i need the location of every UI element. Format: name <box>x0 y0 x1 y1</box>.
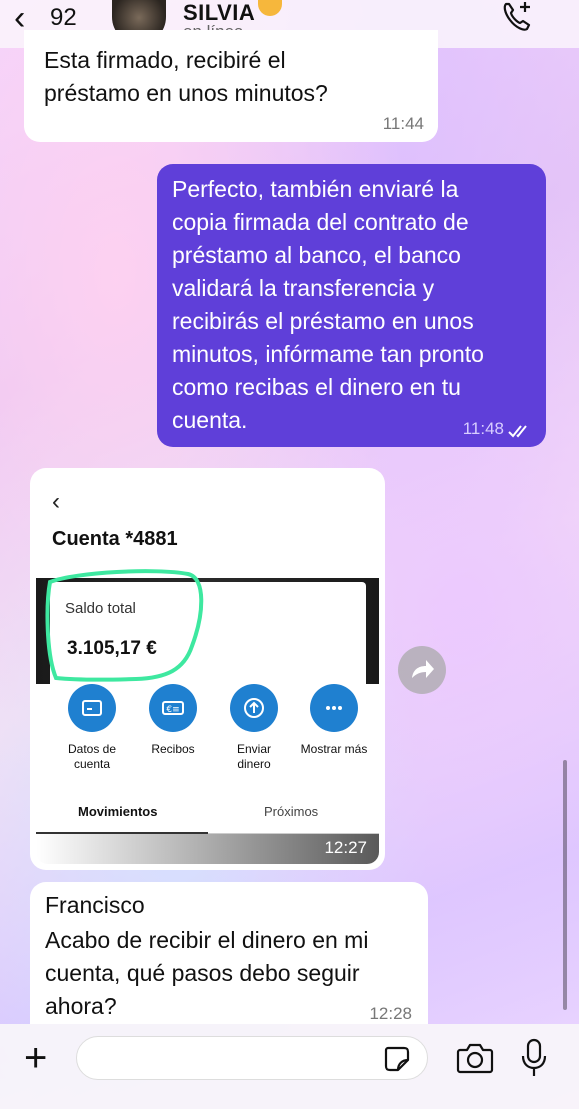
action-label: Mostrar más <box>300 742 368 756</box>
message-text: Esta firmado, recibiré el préstamo en un… <box>44 47 328 106</box>
action-label: Enviar dinero <box>236 742 271 771</box>
double-check-icon <box>508 425 527 438</box>
send-money-icon <box>244 698 264 718</box>
balance-label: Saldo total <box>65 600 136 617</box>
composer-bar: + <box>0 1024 579 1109</box>
emoji-icon <box>258 0 282 16</box>
camera-icon[interactable] <box>456 1042 494 1074</box>
action-label: Datos de cuenta <box>67 742 117 771</box>
plus-icon[interactable]: + <box>24 1038 47 1078</box>
message-time: 12:28 <box>369 1004 412 1023</box>
svg-text:€≡: €≡ <box>166 705 179 715</box>
forward-arrow-icon <box>412 660 434 678</box>
message-sender: Francisco <box>45 892 145 918</box>
tab-upcoming: Próximos <box>264 804 319 819</box>
bank-app-screenshot[interactable]: ‹ Cuenta *4881 Saldo total 3.105,17 € ◀)… <box>36 474 379 864</box>
action-row: Datos de cuenta €≡ Recibos Enviar dinero… <box>36 684 379 779</box>
more-dots-icon <box>326 706 342 710</box>
forward-button[interactable] <box>398 646 446 694</box>
action-show-more: Mostrar más <box>294 684 374 757</box>
mic-icon[interactable] <box>520 1038 548 1078</box>
action-send-money: Enviar dinero <box>214 684 294 772</box>
message-time: 11:44 <box>382 114 424 133</box>
message-bubble-incoming[interactable]: Francisco Acabo de recibir el dinero en … <box>30 882 428 1024</box>
balance-amount: 3.105,17 € <box>67 638 157 659</box>
message-text: Perfecto, también enviaré la copia firma… <box>172 176 484 433</box>
phone-plus-icon[interactable] <box>500 0 534 34</box>
message-bubble-incoming[interactable]: Esta firmado, recibiré el préstamo en un… <box>24 30 438 142</box>
scrollbar[interactable] <box>563 760 567 1010</box>
euro-receipt-icon: €≡ <box>162 701 184 715</box>
tab-movements: Movimientos <box>78 804 158 819</box>
message-time: 12:27 <box>324 838 367 857</box>
action-account-data: Datos de cuenta <box>52 684 132 772</box>
sticker-icon[interactable] <box>382 1044 412 1074</box>
image-message[interactable]: ‹ Cuenta *4881 Saldo total 3.105,17 € ◀)… <box>30 468 385 870</box>
message-bubble-outgoing[interactable]: Perfecto, también enviaré la copia firma… <box>157 164 546 447</box>
unread-count[interactable]: 92 <box>50 4 77 32</box>
message-time: 11:48 <box>462 419 504 438</box>
action-label: Recibos <box>151 742 195 756</box>
message-text: Acabo de recibir el dinero en mi cuenta,… <box>45 927 369 1019</box>
card-icon <box>82 700 102 716</box>
message-input[interactable] <box>76 1036 428 1080</box>
action-receipts: €≡ Recibos <box>133 684 213 757</box>
chevron-left-icon: ‹ <box>52 488 60 515</box>
account-title: Cuenta *4881 <box>52 528 178 550</box>
